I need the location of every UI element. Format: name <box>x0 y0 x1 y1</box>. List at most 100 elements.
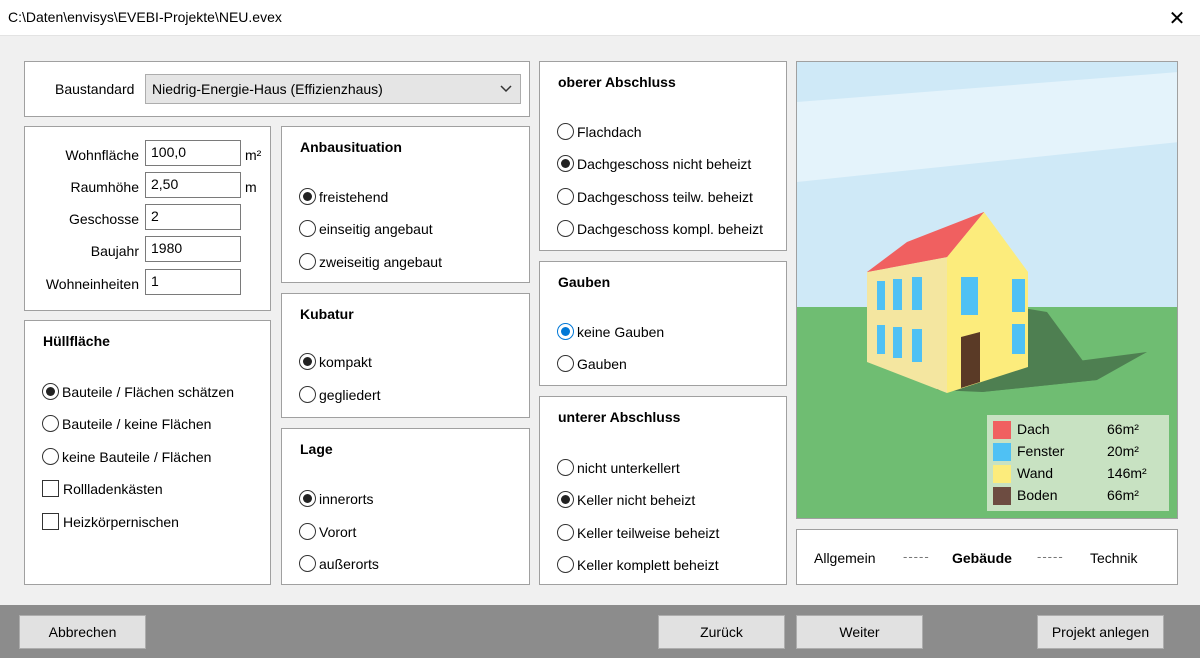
legend-value: 20m² <box>1107 443 1139 459</box>
anbau-option-freistehend[interactable]: freistehend <box>299 188 388 205</box>
legend-row-dach: Dach 66m² <box>993 419 1163 439</box>
unten-option-keller-nicht-beheizt[interactable]: Keller nicht beheizt <box>557 491 695 508</box>
baustandard-select[interactable]: Niedrig-Energie-Haus (Effizienzhaus) <box>145 74 521 104</box>
option-label: Bauteile / Flächen schätzen <box>62 383 234 400</box>
radio-selected-icon <box>299 353 316 370</box>
lage-option-ausserorts[interactable]: außerorts <box>299 555 379 572</box>
option-label: Dachgeschoss teilw. beheizt <box>577 188 753 205</box>
window <box>877 281 885 310</box>
geschosse-field[interactable]: 2 <box>145 204 241 230</box>
fenster-swatch <box>993 443 1011 461</box>
lage-option-vorort[interactable]: Vorort <box>299 523 356 540</box>
oben-option-dg-nicht-beheizt[interactable]: Dachgeschoss nicht beheizt <box>557 155 751 172</box>
legend-name: Boden <box>1017 487 1058 503</box>
option-label: Flachdach <box>577 123 642 140</box>
projekt-anlegen-button[interactable]: Projekt anlegen <box>1037 615 1164 649</box>
legend-name: Fenster <box>1017 443 1065 459</box>
rollladenkaesten-checkbox[interactable]: Rollladenkästen <box>42 480 163 497</box>
radio-icon <box>557 524 574 541</box>
huellflaeche-option-keine-bauteile[interactable]: keine Bauteile / Flächen <box>42 448 211 465</box>
wohnflaeche-field[interactable]: 100,0 <box>145 140 241 166</box>
option-label: keine Bauteile / Flächen <box>62 448 212 465</box>
option-label: innerorts <box>319 490 374 507</box>
wohneinheiten-field[interactable]: 1 <box>145 269 241 295</box>
anbau-option-einseitig[interactable]: einseitig angebaut <box>299 220 433 237</box>
weiter-button[interactable]: Weiter <box>796 615 923 649</box>
door <box>961 332 980 388</box>
oben-option-flachdach[interactable]: Flachdach <box>557 123 642 140</box>
step-separator: ----- <box>903 549 930 564</box>
radio-selected-icon <box>557 155 574 172</box>
radio-icon <box>299 555 316 572</box>
radio-icon <box>557 355 574 372</box>
title-bar: C:\Daten\envisys\EVEBI-Projekte\NEU.evex… <box>0 0 1200 36</box>
legend-value: 146m² <box>1107 465 1147 481</box>
window <box>912 329 922 362</box>
radio-icon <box>299 386 316 403</box>
chevron-down-icon <box>500 85 512 93</box>
radio-icon <box>299 523 316 540</box>
option-label: kompakt <box>319 353 372 370</box>
huellflaeche-option-schaetzen[interactable]: Bauteile / Flächen schätzen <box>42 383 234 400</box>
radio-selected-icon <box>557 491 574 508</box>
kubatur-option-kompakt[interactable]: kompakt <box>299 353 372 370</box>
radio-icon <box>557 459 574 476</box>
option-label: Keller komplett beheizt <box>577 556 719 573</box>
heizkoerpernischen-checkbox[interactable]: Heizkörpernischen <box>42 513 179 530</box>
window <box>893 327 902 358</box>
kubatur-panel: Kubatur kompakt gegliedert <box>281 293 530 418</box>
option-label: gegliedert <box>319 386 381 403</box>
option-label: außerorts <box>319 555 379 572</box>
radio-icon <box>557 188 574 205</box>
geometry-panel: Wohnfläche 100,0 m² Raumhöhe 2,50 m Gesc… <box>24 126 271 311</box>
oben-option-dg-teilw-beheizt[interactable]: Dachgeschoss teilw. beheizt <box>557 188 753 205</box>
checkbox-label: Heizkörpernischen <box>63 513 179 530</box>
huellflaeche-option-keine-flaechen[interactable]: Bauteile / keine Flächen <box>42 415 211 432</box>
raumhoehe-field[interactable]: 2,50 <box>145 172 241 198</box>
legend-name: Dach <box>1017 421 1050 437</box>
wohnflaeche-label: Wohnfläche <box>65 147 139 163</box>
raumhoehe-unit: m <box>245 179 257 195</box>
option-label: Dachgeschoss kompl. beheizt <box>577 220 763 237</box>
option-label: zweiseitig angebaut <box>319 253 442 270</box>
radio-icon <box>557 220 574 237</box>
abbrechen-button[interactable]: Abbrechen <box>19 615 146 649</box>
option-label: Keller teilweise beheizt <box>577 524 720 541</box>
gauben-option-gauben[interactable]: Gauben <box>557 355 627 372</box>
window <box>893 279 902 310</box>
kubatur-option-gegliedert[interactable]: gegliedert <box>299 386 381 403</box>
anbau-option-zweiseitig[interactable]: zweiseitig angebaut <box>299 253 442 270</box>
option-label: nicht unterkellert <box>577 459 680 476</box>
baujahr-field[interactable]: 1980 <box>145 236 241 262</box>
step-gebaeude: Gebäude <box>952 550 1012 566</box>
radio-selected-icon <box>299 490 316 507</box>
unten-option-keller-teilweise[interactable]: Keller teilweise beheizt <box>557 524 719 541</box>
unten-option-nicht-unterkellert[interactable]: nicht unterkellert <box>557 459 680 476</box>
option-label: Dachgeschoss nicht beheizt <box>577 155 752 172</box>
area-legend: Dach 66m² Fenster 20m² Wand 146m² Boden … <box>987 415 1169 511</box>
legend-value: 66m² <box>1107 487 1139 503</box>
option-label: einseitig angebaut <box>319 220 433 237</box>
legend-name: Wand <box>1017 465 1054 481</box>
radio-icon <box>299 220 316 237</box>
window <box>961 277 978 315</box>
legend-row-wand: Wand 146m² <box>993 463 1163 483</box>
lage-option-innerorts[interactable]: innerorts <box>299 490 373 507</box>
step-allgemein: Allgemein <box>814 550 876 566</box>
unten-option-keller-komplett[interactable]: Keller komplett beheizt <box>557 556 719 573</box>
zurueck-button[interactable]: Zurück <box>658 615 785 649</box>
radio-icon <box>557 556 574 573</box>
anbausituation-panel: Anbausituation freistehend einseitig ang… <box>281 126 530 283</box>
close-icon[interactable]: ✕ <box>1154 0 1200 36</box>
radio-selected-icon <box>557 323 574 340</box>
gauben-option-keine[interactable]: keine Gauben <box>557 323 664 340</box>
radio-icon <box>42 415 59 432</box>
wohneinheiten-label: Wohneinheiten <box>45 276 139 292</box>
oben-option-dg-kompl-beheizt[interactable]: Dachgeschoss kompl. beheizt <box>557 220 763 237</box>
dach-swatch <box>993 421 1011 439</box>
house-preview: Dach 66m² Fenster 20m² Wand 146m² Boden … <box>796 61 1178 519</box>
radio-icon <box>557 123 574 140</box>
window <box>1012 279 1025 312</box>
baustandard-value: Niedrig-Energie-Haus (Effizienzhaus) <box>152 81 383 97</box>
radio-selected-icon <box>299 188 316 205</box>
